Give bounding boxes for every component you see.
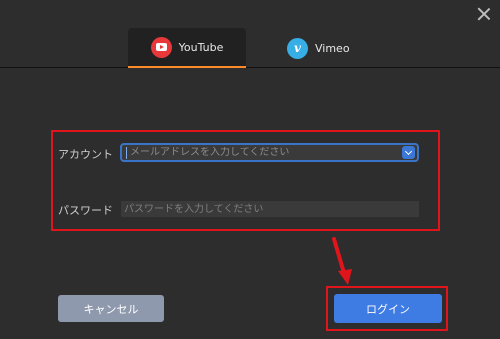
password-input[interactable] xyxy=(121,201,419,217)
tab-vimeo-label: Vimeo xyxy=(315,41,350,55)
service-tabs: YouTube v Vimeo xyxy=(0,28,500,68)
password-label: パスワード xyxy=(58,204,113,217)
account-dropdown-button[interactable] xyxy=(402,146,415,159)
youtube-icon xyxy=(150,36,172,58)
login-dialog: YouTube v Vimeo アカウント パスワード キャンセル ログイン xyxy=(0,0,500,339)
tab-youtube[interactable]: YouTube xyxy=(128,28,246,68)
tab-vimeo[interactable]: v Vimeo xyxy=(285,28,395,68)
red-arrow-icon xyxy=(332,237,352,285)
chevron-down-icon xyxy=(404,147,413,156)
account-input[interactable] xyxy=(126,146,402,159)
close-icon[interactable] xyxy=(476,6,492,22)
account-label: アカウント xyxy=(58,148,113,161)
vimeo-icon: v xyxy=(287,37,308,59)
account-field[interactable] xyxy=(120,143,419,162)
cancel-button[interactable]: キャンセル xyxy=(58,295,164,322)
login-button[interactable]: ログイン xyxy=(334,294,442,323)
tab-youtube-label: YouTube xyxy=(178,40,224,54)
